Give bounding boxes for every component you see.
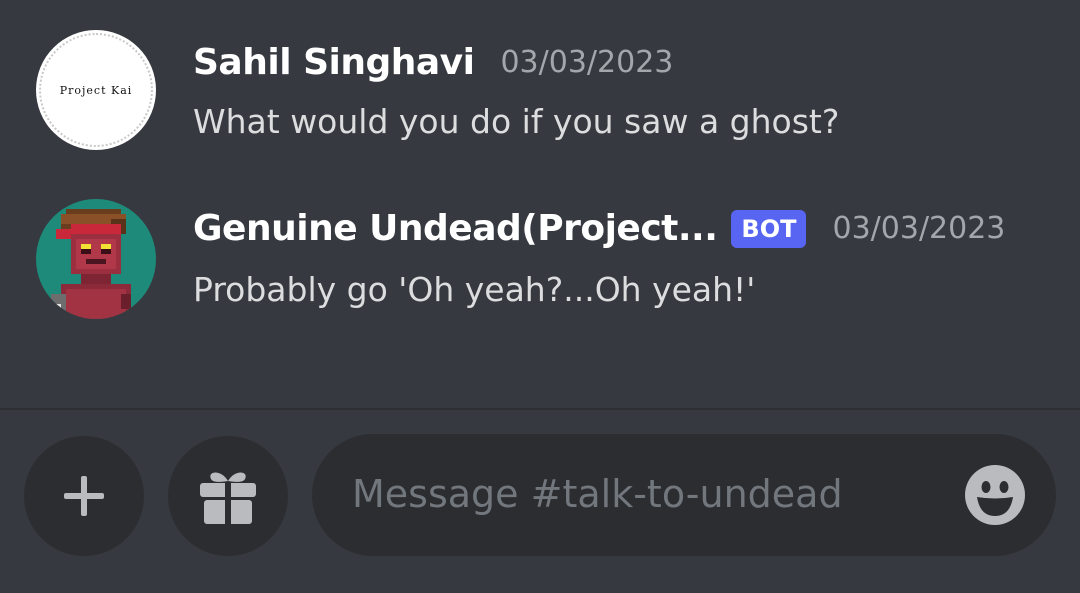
message-input[interactable]: Message #talk-to-undead <box>312 434 1056 556</box>
plus-icon <box>64 476 104 516</box>
smiley-emoji-icon <box>965 465 1025 525</box>
emoji-button[interactable] <box>964 464 1026 526</box>
gift-button[interactable] <box>168 436 288 556</box>
message-text: What would you do if you saw a ghost? <box>193 102 840 141</box>
message-input-placeholder: Message #talk-to-undead <box>352 472 843 516</box>
message-composer: Message #talk-to-undead <box>0 410 1080 593</box>
message-list: Project Kai Sahil Singhavi 03/03/2023 Wh… <box>0 0 1080 408</box>
username[interactable]: Genuine Undead(Project... <box>193 208 718 249</box>
message-header: Genuine Undead(Project... BOT 03/03/2023 <box>193 208 1005 249</box>
timestamp: 03/03/2023 <box>832 211 1006 246</box>
avatar-logo-text: Project Kai <box>59 83 133 97</box>
add-attachment-button[interactable] <box>24 436 144 556</box>
gift-icon <box>200 472 256 524</box>
message-text: Probably go 'Oh yeah?...Oh yeah!' <box>193 270 756 309</box>
message-header: Sahil Singhavi 03/03/2023 <box>193 42 673 83</box>
undead-pixel-avatar[interactable] <box>36 199 156 319</box>
chat-window: Project Kai Sahil Singhavi 03/03/2023 Wh… <box>0 0 1080 593</box>
pixel-art-icon <box>36 199 156 319</box>
username[interactable]: Sahil Singhavi <box>193 42 475 83</box>
project-kai-logo-avatar[interactable]: Project Kai <box>36 30 156 150</box>
bot-badge: BOT <box>731 209 807 248</box>
timestamp: 03/03/2023 <box>500 45 674 80</box>
